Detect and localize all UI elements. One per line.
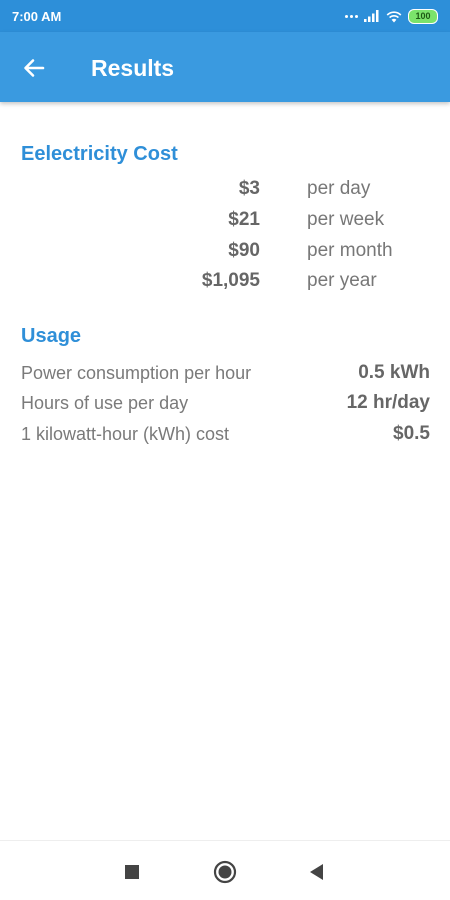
cost-period: per year	[307, 270, 377, 291]
usage-row-power: Power consumption per hour 0.5 kWh	[0, 358, 450, 388]
circle-icon	[213, 860, 237, 884]
triangle-left-icon	[310, 864, 323, 880]
more-notifications-icon	[345, 14, 358, 18]
usage-row-kwh-cost: 1 kilowatt-hour (kWh) cost $0.5	[0, 419, 450, 449]
usage-label: Power consumption per hour	[21, 363, 252, 383]
section-title-usage: Usage	[21, 325, 82, 347]
app-bar: Results	[0, 32, 450, 102]
cost-row-week: $21 per week	[0, 205, 450, 235]
usage-label: 1 kilowatt-hour (kWh) cost	[21, 424, 230, 444]
battery-icon: 100	[408, 8, 438, 24]
usage-value: 12 hr/day	[346, 392, 430, 413]
section-title-electricity-cost: Eelectricity Cost	[21, 143, 178, 165]
cost-row-month: $90 per month	[0, 236, 450, 266]
status-icons: 100	[345, 7, 438, 25]
status-time: 7:00 AM	[12, 9, 62, 24]
back-button[interactable]	[18, 52, 50, 84]
cost-amount: $3	[238, 178, 260, 199]
cost-amount: $1,095	[201, 270, 260, 291]
cost-period: per day	[307, 178, 371, 199]
arrow-left-icon	[24, 59, 45, 77]
usage-value: $0.5	[393, 423, 430, 444]
wifi-icon	[386, 10, 402, 22]
status-bar: 7:00 AM 100	[0, 0, 450, 32]
page-title: Results	[91, 55, 175, 81]
usage-label: Hours of use per day	[21, 393, 189, 413]
cost-amount: $90	[228, 240, 260, 261]
cost-row-day: $3 per day	[0, 174, 450, 204]
home-button[interactable]	[212, 859, 238, 885]
cost-amount: $21	[228, 209, 260, 230]
usage-row-hours: Hours of use per day 12 hr/day	[0, 388, 450, 418]
usage-value: 0.5 kWh	[358, 362, 430, 383]
signal-icon	[364, 10, 379, 22]
system-nav-bar	[0, 840, 450, 900]
cost-row-year: $1,095 per year	[0, 266, 450, 296]
cost-period: per month	[307, 240, 393, 261]
nav-back-button[interactable]	[304, 859, 330, 885]
recents-button[interactable]	[119, 859, 145, 885]
square-icon	[125, 865, 139, 879]
results-screen: 7:00 AM 100 Results Eelectricity Cost $3…	[0, 0, 450, 900]
cost-period: per week	[307, 209, 385, 230]
